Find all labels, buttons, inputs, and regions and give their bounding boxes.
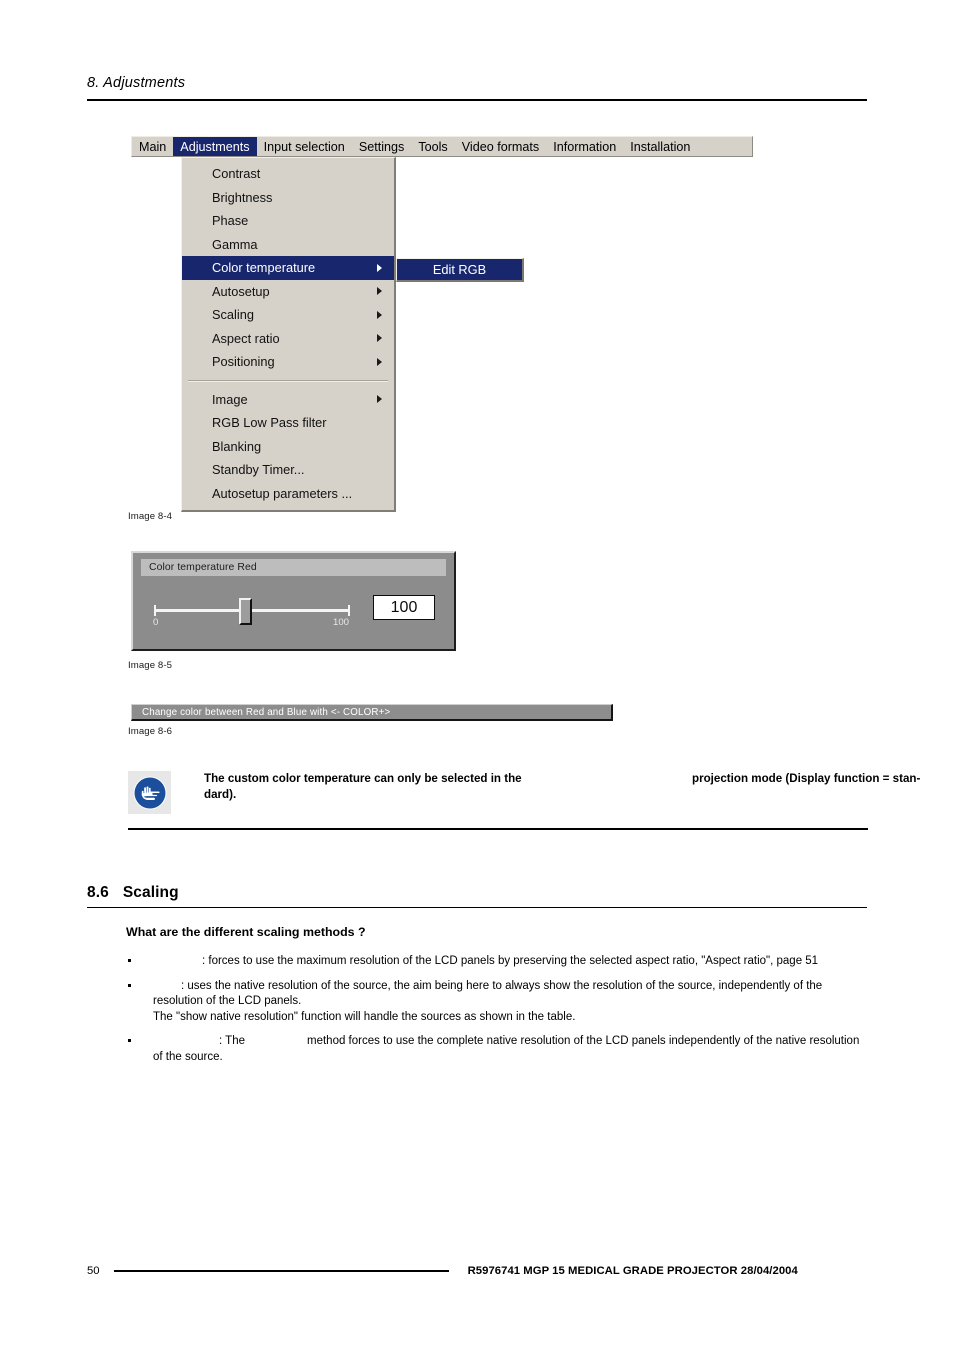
menu-item-aspect-ratio[interactable]: Aspect ratio: [182, 327, 394, 351]
menu-separator: [188, 379, 388, 382]
list-item-text: : forces to use the maximum resolution o…: [202, 955, 819, 967]
menu-item-scaling[interactable]: Scaling: [182, 303, 394, 327]
menu-item-label: Phase: [212, 213, 249, 229]
menu-item-label: Autosetup parameters ...: [212, 485, 353, 501]
menu-item-label: Blanking: [212, 438, 262, 454]
section-subheading: What are the different scaling methods ?: [126, 925, 366, 939]
menu-item-phase[interactable]: Phase: [182, 209, 394, 233]
section-heading: 8.6 Scaling: [87, 884, 867, 902]
menu-item-color-temperature[interactable]: Color temperature: [182, 256, 394, 280]
menu-item-label: Autosetup: [212, 283, 270, 299]
section-number: 8.6: [87, 884, 109, 901]
osd-info-bar-text: Change color between Red and Blue with <…: [142, 706, 391, 718]
menubar-item-main[interactable]: Main: [132, 137, 173, 156]
slider-dialog-body: 0 100 100: [133, 576, 454, 638]
menu-item-label: RGB Low Pass filter: [212, 415, 327, 431]
menu-item-label: Positioning: [212, 354, 275, 370]
slider-max-label: 100: [333, 617, 350, 628]
slider-track-start-tick: [154, 605, 156, 616]
submenu-arrow-icon: [377, 334, 382, 343]
footer-page-number: 50: [87, 1265, 100, 1277]
submenu-arrow-icon: [377, 357, 382, 366]
color-temperature-slider-dialog: Color temperature Red 0 100 100: [131, 551, 456, 651]
scaling-methods-list: : forces to use the maximum resolution o…: [126, 954, 866, 1066]
menubar-item-video-formats[interactable]: Video formats: [455, 137, 546, 156]
osd-menubar: Main Adjustments Input selection Setting…: [131, 136, 753, 157]
menu-item-label: Contrast: [212, 166, 261, 182]
adjustments-dropdown-menu: Contrast Brightness Phase Gamma Color te…: [181, 157, 396, 512]
menu-item-label: Standby Timer...: [212, 462, 305, 478]
menu-item-brightness[interactable]: Brightness: [182, 186, 394, 210]
submenu-arrow-icon: [377, 263, 382, 272]
bullet-marker: [128, 1039, 131, 1043]
note-text-second-line: dard).: [204, 788, 237, 801]
menu-item-image[interactable]: Image: [182, 388, 394, 412]
pointing-hand-icon: [128, 771, 171, 814]
note-text-right: projection mode (Display function = stan…: [692, 772, 921, 785]
slider-dialog-title: Color temperature Red: [141, 559, 446, 576]
submenu-arrow-icon: [377, 287, 382, 296]
menu-item-label: Brightness: [212, 189, 273, 205]
submenu-item-edit-rgb[interactable]: Edit RGB: [433, 262, 486, 277]
figure-caption-8-6: Image 8-6: [128, 726, 173, 737]
figure-caption-8-4: Image 8-4: [128, 511, 173, 522]
slider-value-input[interactable]: 100: [373, 595, 435, 620]
note-text: The custom color temperature can only be…: [204, 771, 920, 803]
menubar-item-information[interactable]: Information: [546, 137, 623, 156]
slider-track-end-tick: [348, 605, 350, 616]
menu-item-label: Scaling: [212, 307, 254, 323]
section-scaling: 8.6 Scaling What are the different scali…: [87, 884, 867, 1075]
menu-item-label: Aspect ratio: [212, 330, 280, 346]
list-item: : forces to use the maximum resolution o…: [126, 954, 866, 970]
menu-item-blanking[interactable]: Blanking: [182, 435, 394, 459]
list-item-text: : uses the native resolution of the sour…: [153, 979, 823, 1008]
menu-item-rgb-low-pass-filter[interactable]: RGB Low Pass filter: [182, 411, 394, 435]
page-title: Scaling: [122, 884, 179, 901]
submenu-arrow-icon: [377, 310, 382, 319]
list-item-text-after: method forces to use the complete native…: [153, 1035, 860, 1063]
list-item-extra-line: The "show native resolution" function wi…: [153, 1010, 576, 1023]
running-header-title: 8. Adjustments: [87, 75, 186, 91]
slider-thumb-handle[interactable]: [239, 598, 252, 625]
list-item-text-before: : The: [219, 1035, 245, 1048]
menu-item-autosetup-parameters[interactable]: Autosetup parameters ...: [182, 482, 394, 506]
list-item: : uses the native resolution of the sour…: [126, 979, 866, 1026]
figure-caption-8-5: Image 8-5: [128, 660, 173, 671]
list-item: : The method forces to use the complete n…: [126, 1034, 866, 1065]
note-bottom-divider: [128, 828, 868, 830]
page-running-header: 8. Adjustments: [87, 75, 867, 101]
menu-item-label: Gamma: [212, 236, 258, 252]
osd-menu-screenshot: Main Adjustments Input selection Setting…: [131, 136, 753, 512]
footer-document-reference: R5976741 MGP 15 MEDICAL GRADE PROJECTOR …: [467, 1265, 798, 1277]
menubar-item-input-selection[interactable]: Input selection: [257, 137, 352, 156]
menu-item-gamma[interactable]: Gamma: [182, 233, 394, 257]
menubar-item-installation[interactable]: Installation: [623, 137, 697, 156]
slider-min-label: 0: [153, 617, 159, 628]
menu-item-label: Color temperature: [212, 260, 316, 276]
menu-item-autosetup[interactable]: Autosetup: [182, 280, 394, 304]
menubar-item-settings[interactable]: Settings: [352, 137, 412, 156]
footer-rule: [113, 1270, 449, 1272]
menu-item-positioning[interactable]: Positioning: [182, 350, 394, 374]
menu-item-contrast[interactable]: Contrast: [182, 162, 394, 186]
section-divider: [87, 907, 867, 908]
note-callout: The custom color temperature can only be…: [128, 771, 920, 830]
slider-track[interactable]: [154, 609, 350, 612]
menubar-item-tools[interactable]: Tools: [411, 137, 454, 156]
bullet-marker: [128, 983, 131, 987]
osd-info-bar: Change color between Red and Blue with <…: [131, 704, 613, 721]
note-text-left: The custom color temperature can only be…: [204, 772, 522, 785]
menu-item-label: Image: [212, 391, 248, 407]
menubar-item-adjustments[interactable]: Adjustments: [173, 137, 257, 156]
menu-item-standby-timer[interactable]: Standby Timer...: [182, 458, 394, 482]
submenu-arrow-icon: [377, 395, 382, 404]
header-divider: [87, 99, 867, 101]
page-footer: 50 R5976741 MGP 15 MEDICAL GRADE PROJECT…: [87, 1265, 867, 1277]
color-temperature-submenu: Edit RGB: [396, 258, 524, 282]
bullet-marker: [128, 959, 131, 962]
